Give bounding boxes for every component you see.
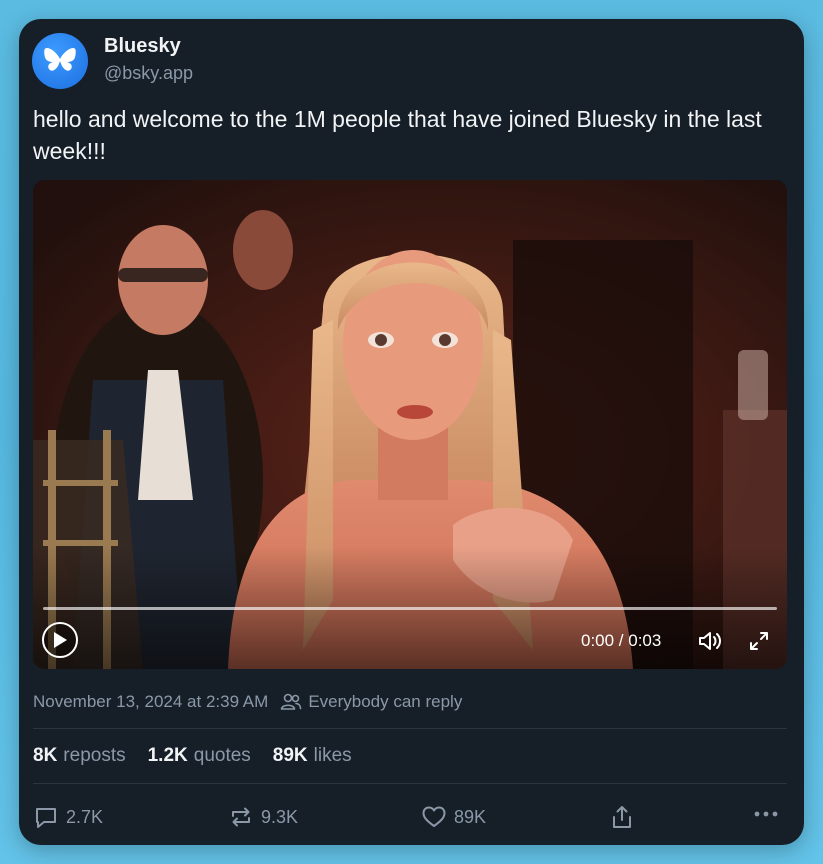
reposts-label: reposts xyxy=(63,745,126,766)
quotes-stat[interactable]: 1.2K quotes xyxy=(148,745,251,767)
volume-icon[interactable] xyxy=(697,629,723,653)
post-card: Bluesky @bsky.app hello and welcome to t… xyxy=(19,19,804,845)
avatar[interactable] xyxy=(32,33,88,89)
share-button[interactable] xyxy=(609,803,635,831)
post-meta: November 13, 2024 at 2:39 AM Everybody c… xyxy=(33,692,462,712)
like-icon xyxy=(422,806,446,827)
reply-setting: Everybody can reply xyxy=(280,692,462,712)
likes-count: 89K xyxy=(272,745,308,766)
video-time: 0:00 / 0:03 xyxy=(581,631,662,650)
like-button[interactable]: 89K xyxy=(421,804,486,830)
play-icon xyxy=(54,632,67,648)
post-timestamp[interactable]: November 13, 2024 at 2:39 AM xyxy=(33,692,268,712)
reposts-stat[interactable]: 8K reposts xyxy=(33,745,126,767)
repost-button[interactable]: 9.3K xyxy=(228,804,298,830)
like-count: 89K xyxy=(454,806,487,827)
quotes-label: quotes xyxy=(193,745,251,766)
butterfly-logo-icon xyxy=(44,48,76,71)
action-bar: 2.7K 9.3K 89K xyxy=(33,802,787,832)
reply-button[interactable]: 2.7K xyxy=(33,804,103,830)
repost-count: 9.3K xyxy=(261,806,299,827)
post-stats: 8K reposts 1.2K quotes 89K likes xyxy=(33,745,374,767)
reposts-count: 8K xyxy=(33,745,58,766)
likes-stat[interactable]: 89K likes xyxy=(273,745,352,767)
quotes-count: 1.2K xyxy=(147,745,188,766)
reply-icon xyxy=(36,808,56,828)
post-text: hello and welcome to the 1M people that … xyxy=(33,106,762,164)
reply-count: 2.7K xyxy=(66,806,104,827)
more-options-button[interactable] xyxy=(754,810,778,818)
divider xyxy=(33,783,787,784)
divider xyxy=(33,728,787,729)
repost-icon xyxy=(232,807,250,827)
play-button[interactable] xyxy=(42,622,78,658)
video-progress-bar[interactable] xyxy=(43,607,777,610)
share-icon xyxy=(613,806,631,828)
video-player[interactable]: 0:00 / 0:03 xyxy=(33,180,787,669)
reply-setting-label: Everybody can reply xyxy=(308,692,463,711)
author-handle[interactable]: @bsky.app xyxy=(104,63,193,84)
author-name[interactable]: Bluesky xyxy=(104,35,181,58)
more-icon xyxy=(754,811,778,817)
people-icon xyxy=(281,693,302,710)
likes-label: likes xyxy=(313,745,352,766)
fullscreen-icon[interactable] xyxy=(748,630,770,652)
video-frame xyxy=(33,180,787,669)
